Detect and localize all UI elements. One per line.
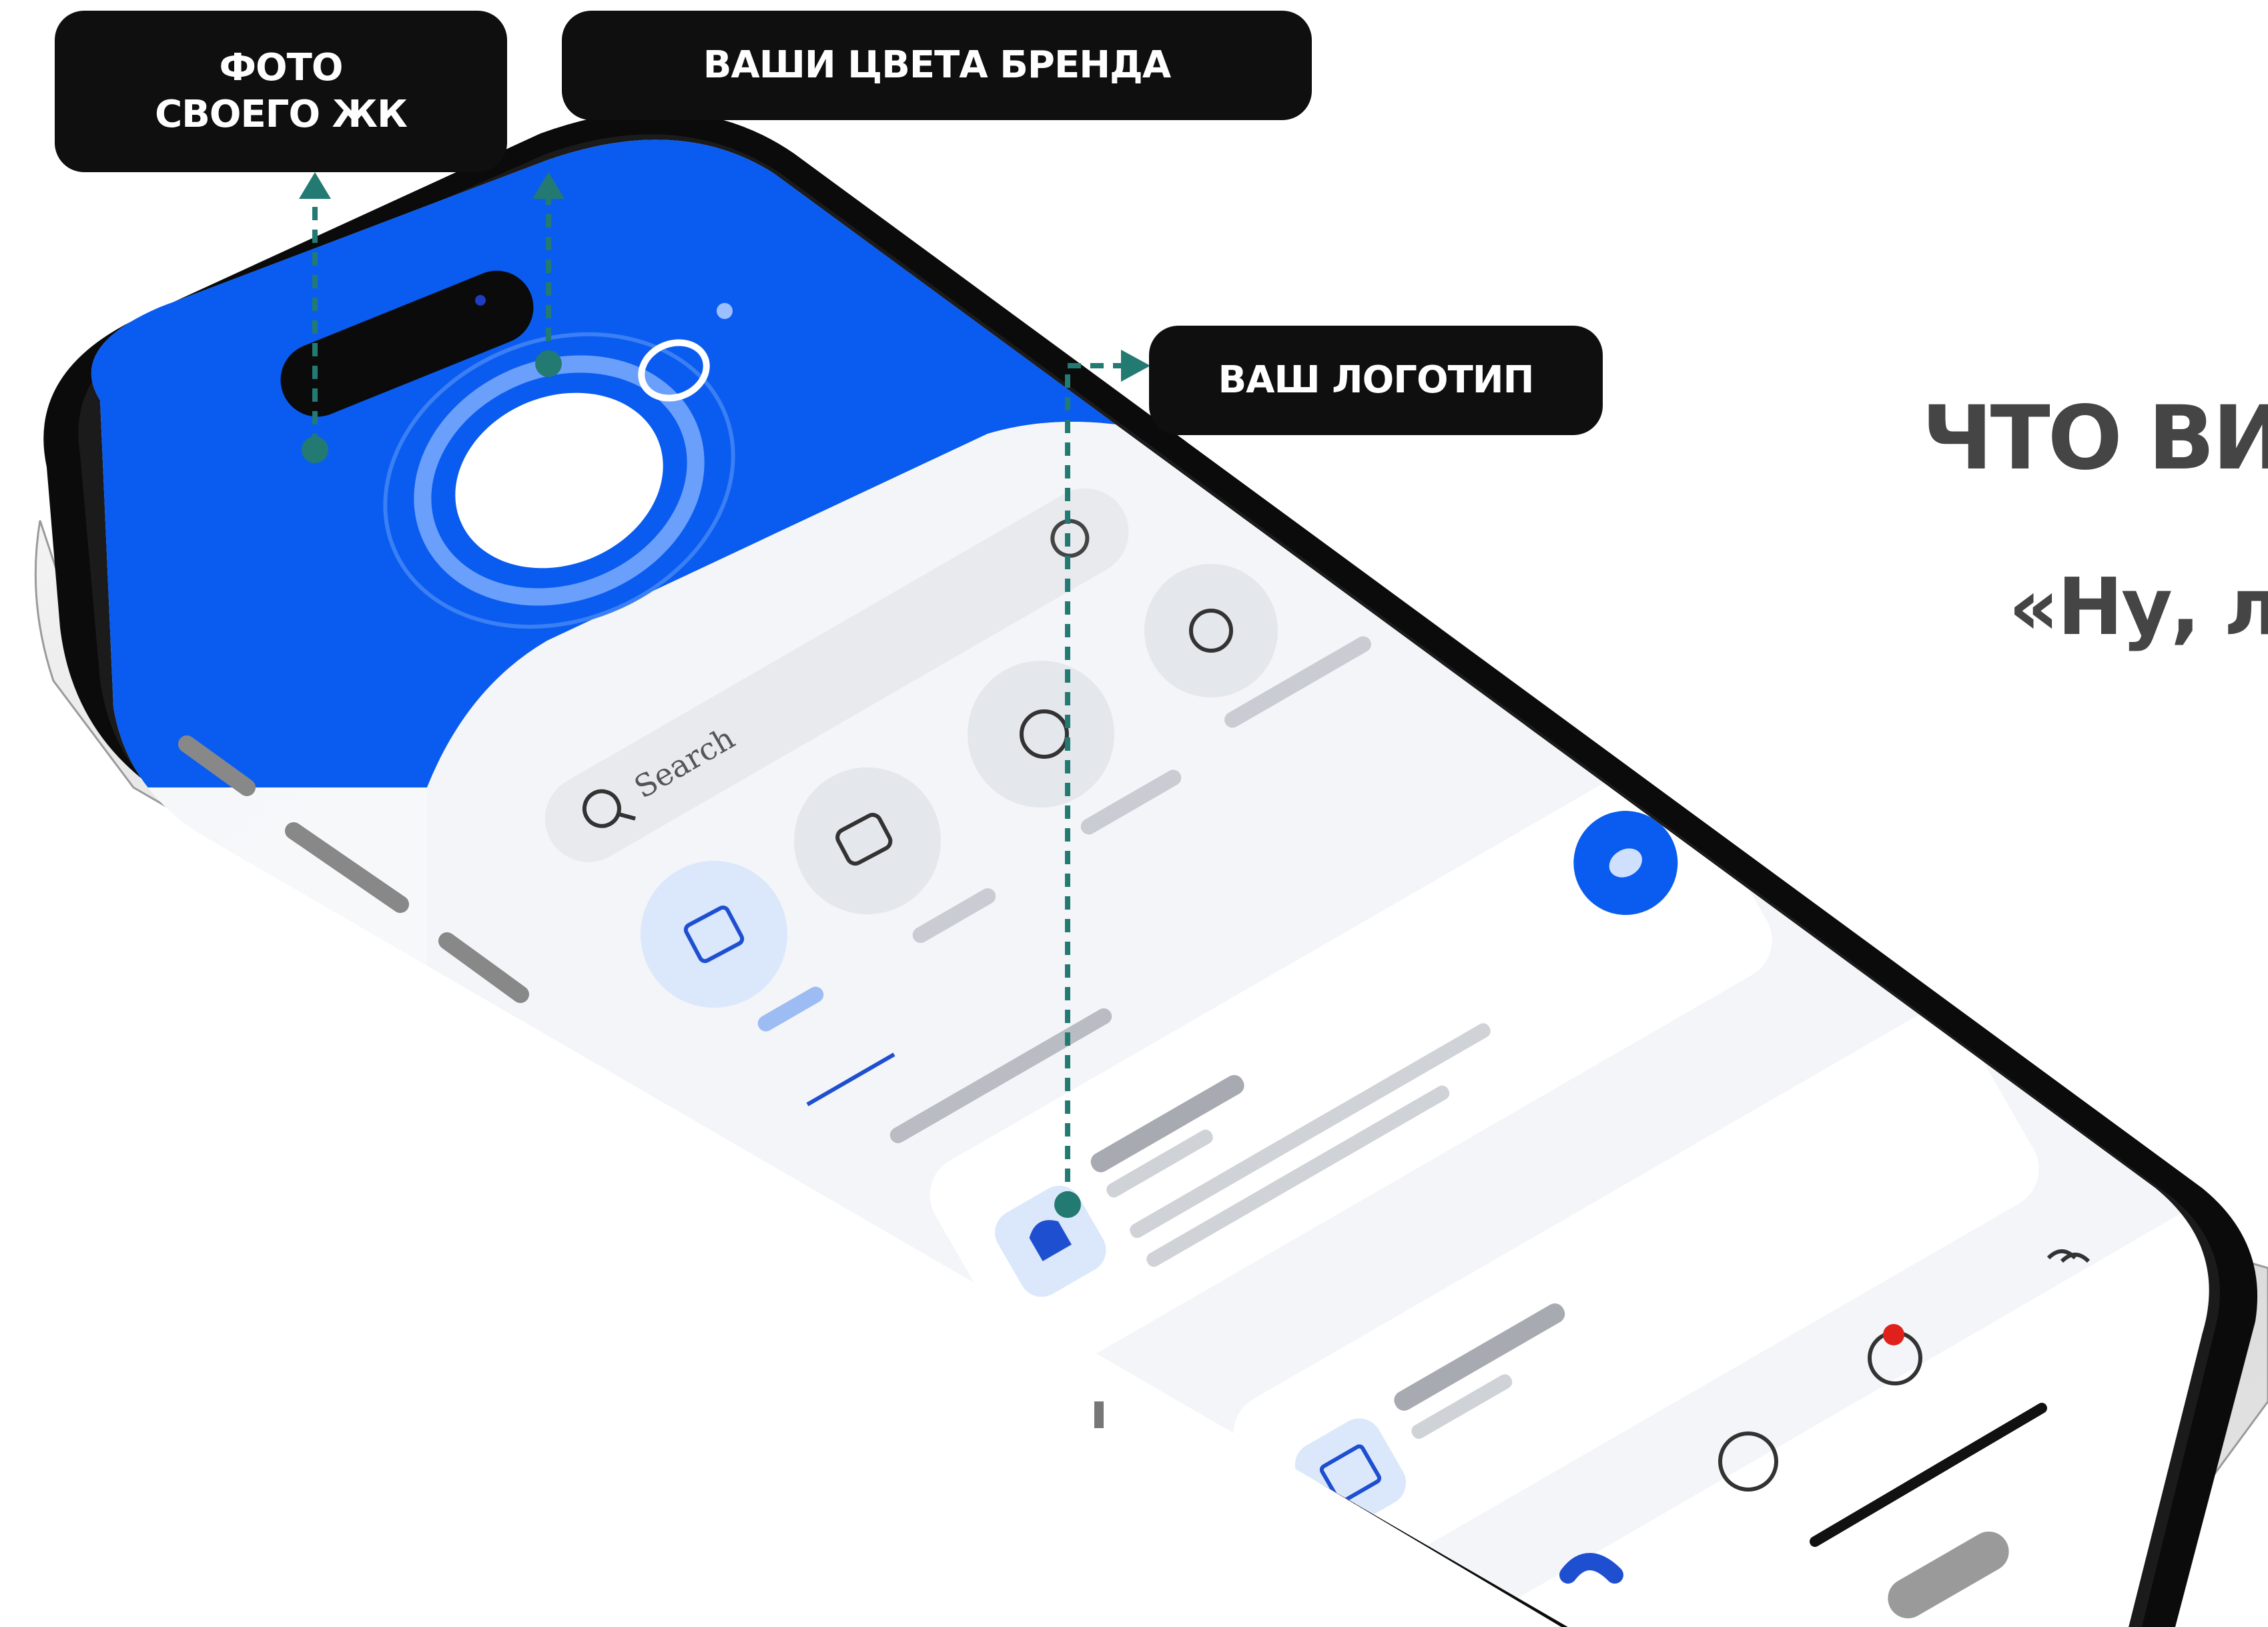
headline-subtitle: «Ну, л [2008, 561, 2268, 653]
headline-area: ЧТО ВИ «Ну, л [1908, 360, 2268, 707]
callout-photo-line2: СВОЕГО ЖК [155, 93, 408, 136]
headline-title: ЧТО ВИ [1922, 387, 2268, 490]
callout-brand-colors: ВАШИ ЦВЕТА БРЕНДА [562, 11, 1312, 120]
quick-action-3 [1144, 564, 1278, 697]
callout-logo: ВАШ ЛОГОТИП [1149, 326, 1603, 435]
phone-mockup: Search [34, 111, 2268, 1627]
slide: Search ФОТО СВОЕГО ЖК ВАШИ ЦВЕТА БРЕНДА … [0, 0, 2268, 1627]
quick-action-1 [794, 767, 941, 914]
callout-photo-line1: ФОТО [219, 46, 344, 89]
callout-photo: ФОТО СВОЕГО ЖК [55, 11, 507, 172]
quick-action-2 [968, 661, 1114, 807]
quick-action-4 [641, 861, 787, 1008]
